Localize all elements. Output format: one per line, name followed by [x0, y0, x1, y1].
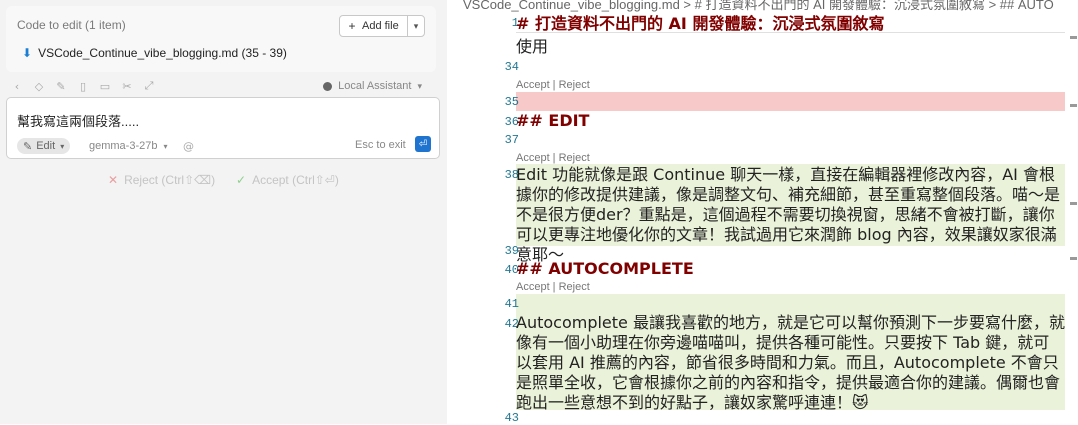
overview-marker	[1070, 202, 1077, 205]
code-line[interactable]: Edit 功能就像是跟 Continue 聊天一樣，直接在編輯器裡修改內容，AI…	[516, 165, 1065, 265]
accept-reject-lens[interactable]: Accept | Reject	[516, 79, 590, 91]
scrollbar-overview[interactable]	[1069, 32, 1078, 272]
line-number: 39	[504, 244, 519, 258]
book-icon[interactable]: ▯	[72, 80, 94, 93]
editor-panel: VSCode_Continue_vibe_blogging.md > # 打造資…	[447, 0, 1078, 425]
chevron-down-icon: ▾	[417, 80, 422, 91]
add-file-button[interactable]: + Add file ▾	[339, 15, 425, 37]
tools-icon[interactable]: ✂	[116, 80, 138, 93]
input-text[interactable]: 幫我寫這兩個段落.....	[17, 111, 139, 130]
close-icon: ✕	[108, 173, 119, 187]
accept-reject-lens[interactable]: Accept | Reject	[516, 281, 590, 293]
mode-label: Edit	[36, 140, 56, 152]
line-number: 34	[504, 60, 519, 74]
line-number: 42	[504, 317, 519, 331]
line-number: 38	[504, 168, 519, 182]
comment-icon[interactable]: ▭	[94, 80, 116, 93]
model-selector[interactable]: gemma-3-27b ▾	[89, 140, 168, 152]
chevron-down-icon: ▾	[163, 142, 168, 151]
pencil-icon[interactable]: ✎	[50, 80, 72, 93]
accept-reject-lens[interactable]: Accept | Reject	[516, 152, 590, 164]
assistant-selector[interactable]: Local Assistant ▾	[323, 80, 422, 92]
assistant-icon	[323, 81, 333, 91]
overview-marker	[1070, 104, 1077, 107]
check-icon: ✓	[236, 173, 247, 187]
assistant-label: Local Assistant	[338, 80, 412, 92]
mention-icon[interactable]: @	[183, 140, 194, 153]
breadcrumb[interactable]: VSCode_Continue_vibe_blogging.md > # 打造資…	[463, 0, 1078, 13]
expand-icon[interactable]: ⤢	[138, 79, 160, 93]
line-number: 40	[504, 263, 519, 277]
code-line[interactable]: 使用	[516, 37, 1065, 57]
enter-icon: ⏎	[418, 138, 428, 150]
add-file-label: Add file	[362, 20, 399, 32]
line-number: 43	[504, 411, 519, 425]
submit-button[interactable]: ⏎	[415, 136, 431, 152]
continue-side-panel: Code to edit (1 item) + Add file ▾ ⬇ VSC…	[0, 0, 447, 424]
deleted-line-highlight	[516, 92, 1065, 111]
code-line-heading[interactable]: ## AUTOCOMPLETE	[516, 259, 1065, 279]
chat-input[interactable]: 幫我寫這兩個段落..... ✎ Edit ▾ gemma-3-27b ▾ @ E…	[6, 97, 440, 159]
overview-marker	[1070, 257, 1077, 260]
mode-selector[interactable]: ✎ Edit ▾	[17, 138, 71, 154]
reject-label: Reject (Ctrl⇧⌫)	[124, 173, 216, 187]
code-line-heading[interactable]: # 打造資料不出門的 AI 開發體驗：沉浸式氛圍敘寫	[516, 14, 1065, 34]
file-item[interactable]: ⬇ VSCode_Continue_vibe_blogging.md (35 -…	[22, 46, 287, 60]
line-number: 41	[504, 297, 519, 311]
chevron-down-icon[interactable]: ▾	[408, 21, 424, 32]
cube-icon[interactable]: ◇	[28, 80, 50, 93]
file-name: VSCode_Continue_vibe_blogging.md (35 - 3…	[38, 46, 287, 60]
code-line-heading[interactable]: ## EDIT	[516, 111, 1065, 131]
code-to-edit-title: Code to edit (1 item)	[17, 18, 126, 32]
line-number: 35	[504, 95, 519, 109]
chevron-left-icon[interactable]: ‹	[6, 80, 28, 93]
line-number: 36	[504, 115, 519, 129]
accept-label: Accept (Ctrl⇧⏎)	[252, 173, 339, 187]
reject-all-button[interactable]: ✕ Reject (Ctrl⇧⌫)	[108, 173, 215, 187]
accept-all-button[interactable]: ✓ Accept (Ctrl⇧⏎)	[236, 173, 339, 187]
esc-hint: Esc to exit	[355, 139, 406, 151]
chevron-down-icon: ▾	[60, 141, 65, 151]
pencil-icon: ✎	[23, 140, 33, 153]
input-toolbar: ‹ ◇ ✎ ▯ ▭ ✂ ⤢ Local Assistant ▾	[6, 76, 436, 96]
plus-icon: +	[348, 19, 356, 33]
overview-marker	[1070, 36, 1077, 39]
line-number: 1	[511, 16, 519, 30]
line-number: 37	[504, 133, 519, 147]
model-label: gemma-3-27b	[89, 140, 158, 152]
markdown-file-icon: ⬇	[22, 46, 33, 60]
code-line[interactable]: Autocomplete 最讓我喜歡的地方，就是它可以幫你預測下一步要寫什麼，就…	[516, 313, 1065, 413]
divider	[516, 32, 1065, 33]
